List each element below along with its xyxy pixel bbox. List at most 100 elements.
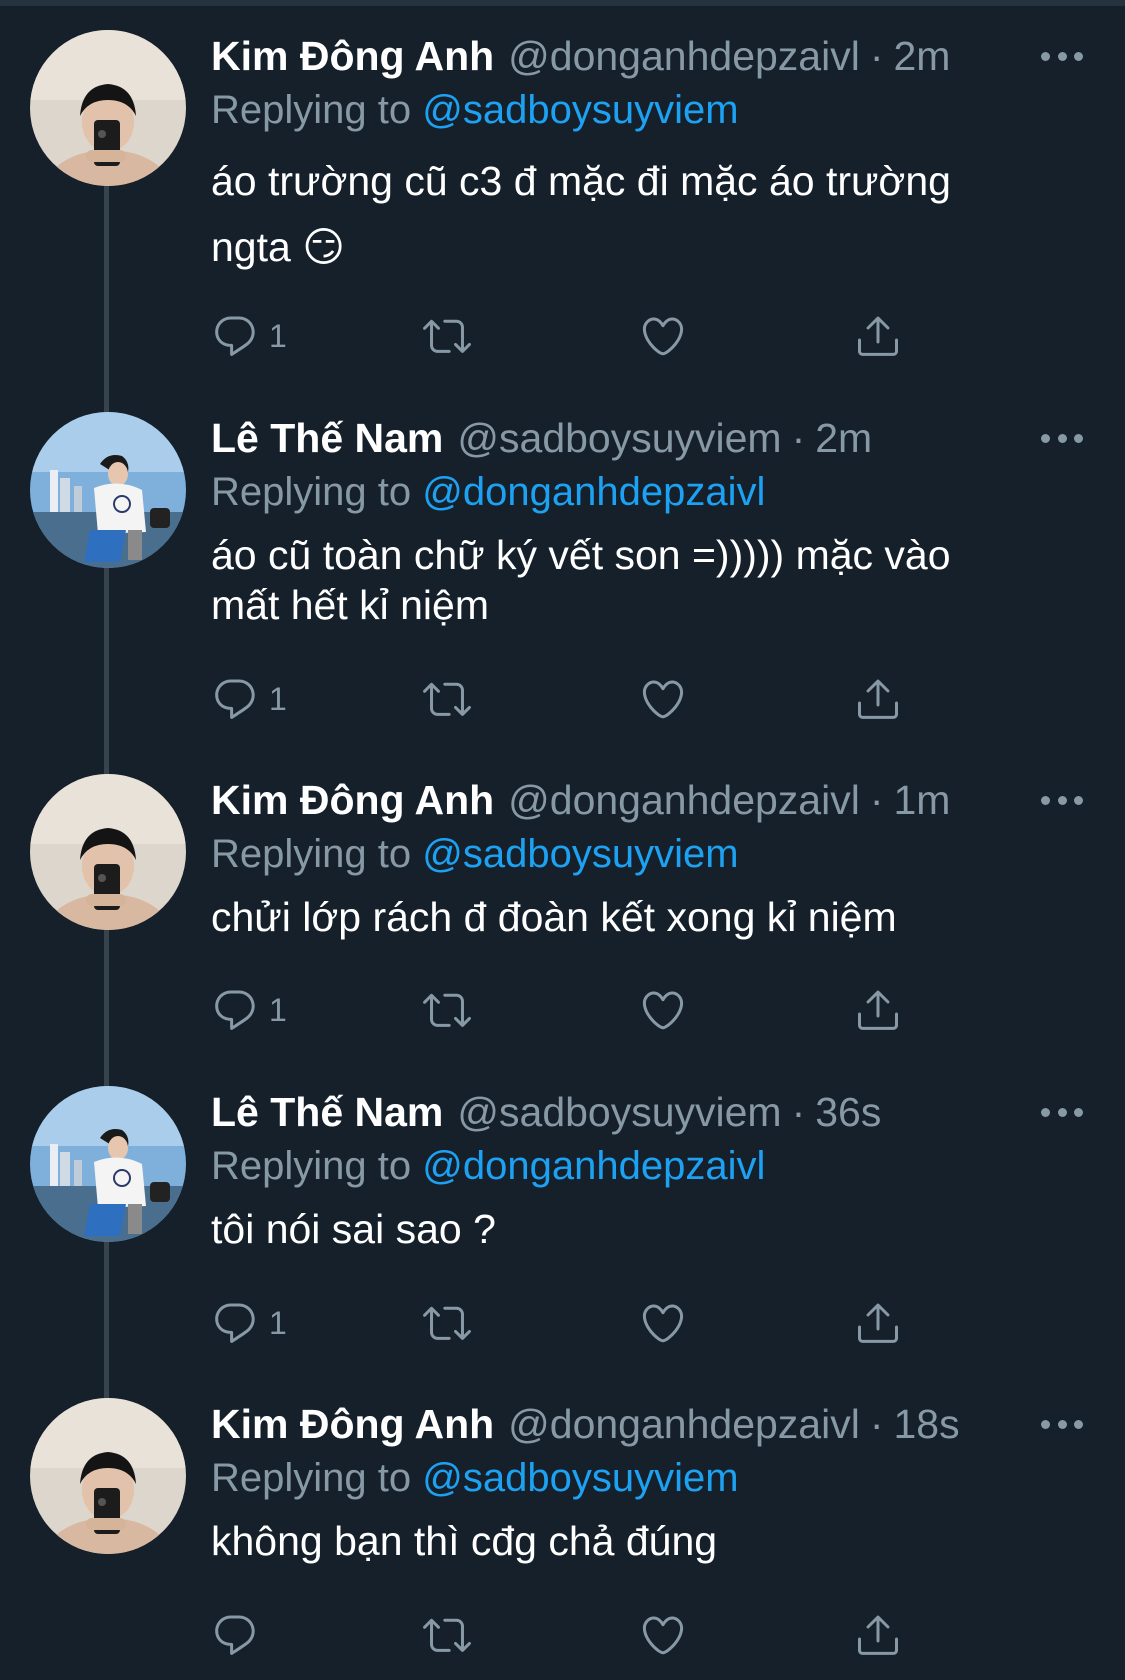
- avatar[interactable]: [30, 412, 186, 568]
- tweet-actions: 1: [211, 671, 911, 727]
- more-icon[interactable]: [1041, 422, 1083, 454]
- replying-to-label: Replying to: [211, 1144, 412, 1188]
- tweet-text: áo cũ toàn chữ ký vết son =))))) mặc vào…: [211, 532, 951, 628]
- share-icon: [854, 986, 902, 1034]
- replying-to: Replying to @sadboysuyviem: [211, 826, 1091, 882]
- share-button[interactable]: [854, 1295, 902, 1351]
- share-button[interactable]: [854, 982, 902, 1038]
- like-button[interactable]: [639, 671, 687, 727]
- avatar[interactable]: [30, 1398, 186, 1554]
- user-handle[interactable]: @sadboysuyviem: [457, 415, 781, 462]
- more-icon[interactable]: [1041, 784, 1083, 816]
- display-name[interactable]: Kim Đông Anh: [211, 33, 494, 80]
- more-icon[interactable]: [1041, 1096, 1083, 1128]
- timestamp[interactable]: 1m: [893, 777, 950, 824]
- share-icon: [854, 312, 902, 360]
- more-icon[interactable]: [1041, 40, 1083, 72]
- replying-to: Replying to @sadboysuyviem: [211, 1450, 1091, 1506]
- timestamp[interactable]: 2m: [815, 415, 872, 462]
- retweet-button[interactable]: [423, 1607, 471, 1663]
- retweet-icon: [423, 986, 471, 1034]
- mention-link[interactable]: @donganhdepzaivl: [422, 1144, 765, 1188]
- replying-to-label: Replying to: [211, 470, 412, 514]
- share-button[interactable]: [854, 671, 902, 727]
- reply-icon: [211, 1611, 259, 1659]
- tweet-text: không bạn thì cđg chả đúng: [211, 1518, 718, 1564]
- retweet-button[interactable]: [423, 308, 471, 364]
- retweet-icon: [423, 675, 471, 723]
- tweet-actions: 1: [211, 308, 911, 364]
- mention-link[interactable]: @sadboysuyviem: [422, 832, 738, 876]
- reply-icon: [211, 1299, 259, 1347]
- retweet-icon: [423, 1299, 471, 1347]
- mention-link[interactable]: @sadboysuyviem: [422, 1456, 738, 1500]
- reply-count: 1: [269, 991, 287, 1028]
- reply-count: 1: [269, 1304, 287, 1341]
- separator-dot: ·: [869, 1400, 884, 1447]
- replying-to: Replying to @donganhdepzaivl: [211, 1138, 1091, 1194]
- separator-dot: ·: [791, 414, 806, 461]
- like-button[interactable]: [639, 1295, 687, 1351]
- tweet-actions: [211, 1607, 911, 1663]
- timestamp[interactable]: 36s: [815, 1089, 881, 1136]
- retweet-icon: [423, 1611, 471, 1659]
- share-icon: [854, 1611, 902, 1659]
- mention-link[interactable]: @sadboysuyviem: [422, 88, 738, 132]
- thread-line: [104, 568, 109, 774]
- avatar[interactable]: [30, 1086, 186, 1242]
- tweet-text: tôi nói sai sao ?: [211, 1206, 496, 1252]
- like-button[interactable]: [639, 1607, 687, 1663]
- display-name[interactable]: Kim Đông Anh: [211, 1401, 494, 1448]
- user-handle[interactable]: @sadboysuyviem: [457, 1089, 781, 1136]
- tweet-text: chửi lớp rách đ đoàn kết xong kỉ niệm: [211, 894, 897, 940]
- replying-to: Replying to @sadboysuyviem: [211, 82, 1091, 138]
- tweet-actions: 1: [211, 982, 911, 1038]
- display-name[interactable]: Kim Đông Anh: [211, 777, 494, 824]
- separator-dot: ·: [791, 1088, 806, 1135]
- tweet-actions: 1: [211, 1295, 911, 1351]
- user-handle[interactable]: @donganhdepzaivl: [508, 777, 860, 824]
- reply-icon: [211, 312, 259, 360]
- like-button[interactable]: [639, 982, 687, 1038]
- reply-count: 1: [269, 317, 287, 354]
- user-handle[interactable]: @donganhdepzaivl: [508, 33, 860, 80]
- heart-icon: [639, 986, 687, 1034]
- retweet-button[interactable]: [423, 1295, 471, 1351]
- reply-button[interactable]: [211, 1607, 269, 1663]
- reply-icon: [211, 675, 259, 723]
- more-icon[interactable]: [1041, 1408, 1083, 1440]
- reply-button[interactable]: 1: [211, 671, 287, 727]
- retweet-icon: [423, 312, 471, 360]
- tweet-text: áo trường cũ c3 đ mặc đi mặc áo trường n…: [211, 158, 951, 270]
- reply-count: 1: [269, 680, 287, 717]
- retweet-button[interactable]: [423, 982, 471, 1038]
- avatar[interactable]: [30, 774, 186, 930]
- reply-icon: [211, 986, 259, 1034]
- display-name[interactable]: Lê Thế Nam: [211, 415, 443, 462]
- top-divider: [0, 0, 1125, 6]
- replying-to-label: Replying to: [211, 832, 412, 876]
- reply-button[interactable]: 1: [211, 308, 287, 364]
- reply-button[interactable]: 1: [211, 1295, 287, 1351]
- share-button[interactable]: [854, 308, 902, 364]
- share-button[interactable]: [854, 1607, 902, 1663]
- avatar[interactable]: [30, 30, 186, 186]
- separator-dot: ·: [869, 32, 884, 79]
- timestamp[interactable]: 18s: [893, 1401, 959, 1448]
- thread-line: [104, 1242, 109, 1398]
- like-button[interactable]: [639, 308, 687, 364]
- reply-button[interactable]: 1: [211, 982, 287, 1038]
- thread-line: [104, 186, 109, 412]
- display-name[interactable]: Lê Thế Nam: [211, 1089, 443, 1136]
- replying-to-label: Replying to: [211, 88, 412, 132]
- timestamp[interactable]: 2m: [893, 33, 950, 80]
- heart-icon: [639, 675, 687, 723]
- replying-to: Replying to @donganhdepzaivl: [211, 464, 1091, 520]
- mention-link[interactable]: @donganhdepzaivl: [422, 470, 765, 514]
- user-handle[interactable]: @donganhdepzaivl: [508, 1401, 860, 1448]
- retweet-button[interactable]: [423, 671, 471, 727]
- replying-to-label: Replying to: [211, 1456, 412, 1500]
- share-icon: [854, 675, 902, 723]
- heart-icon: [639, 312, 687, 360]
- thread-line: [104, 930, 109, 1086]
